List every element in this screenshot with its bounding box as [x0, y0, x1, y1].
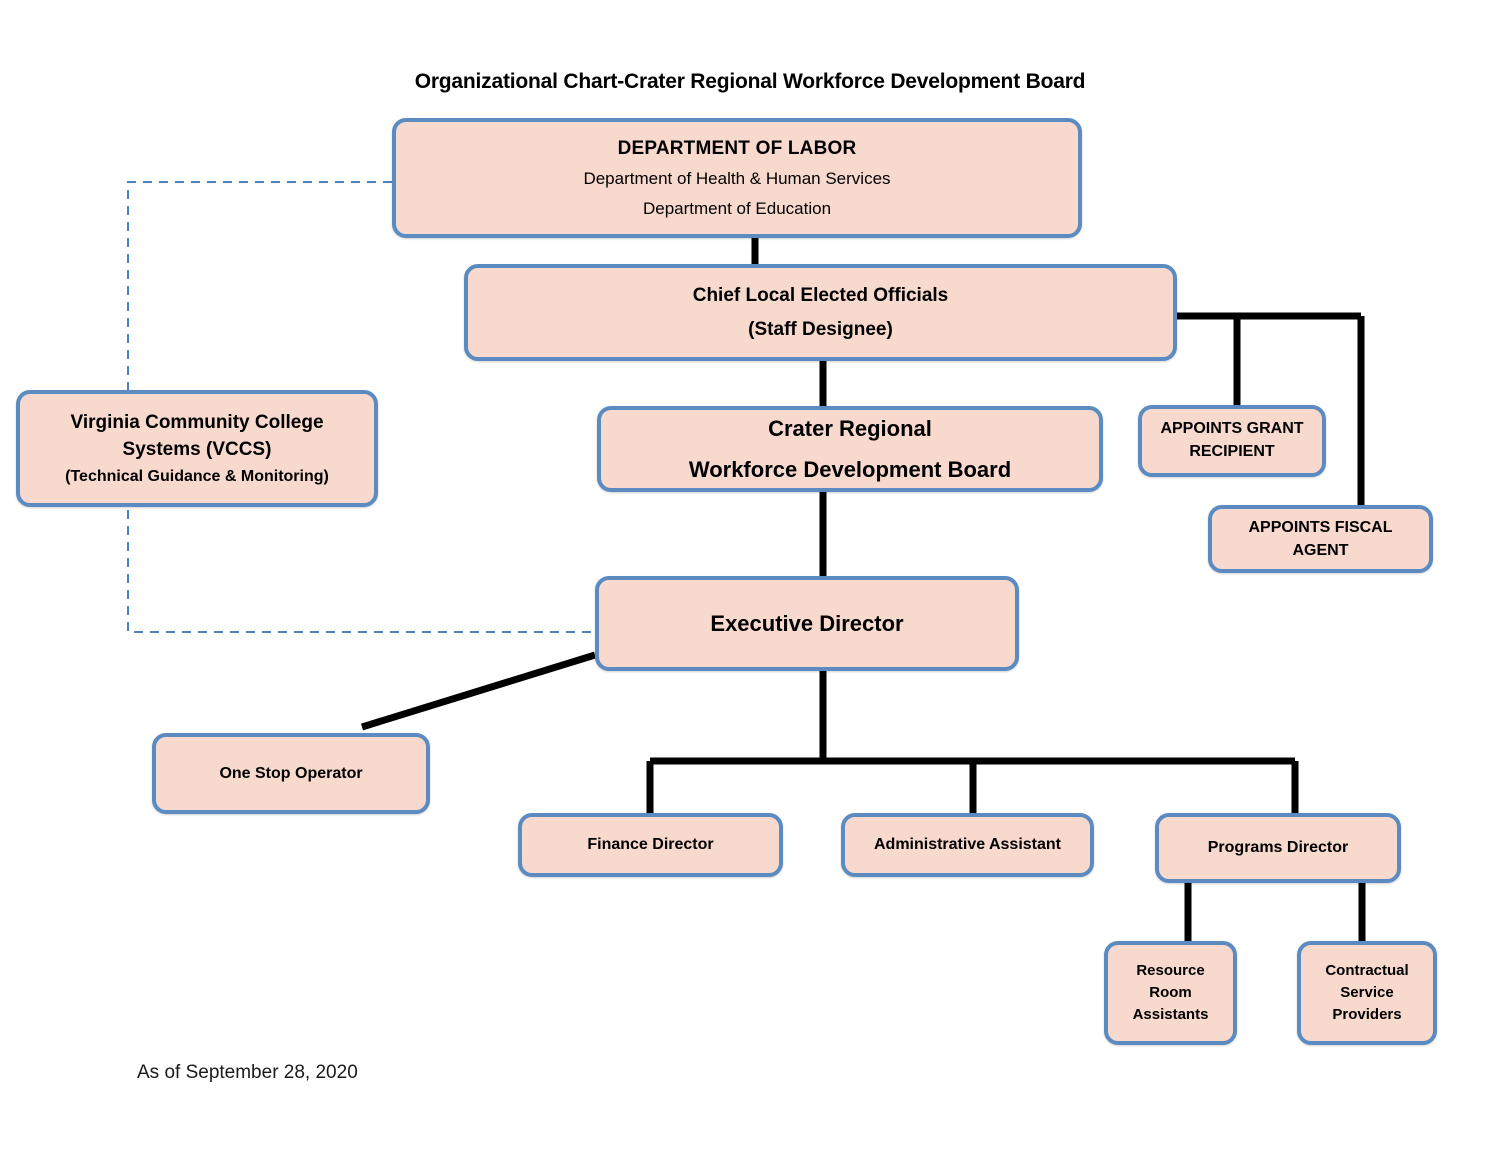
node-programs-director[interactable]: Programs Director: [1155, 813, 1401, 883]
node-contractual-service-providers-line-2: Providers: [1332, 1005, 1402, 1023]
node-contractual-service-providers-line-1: Service: [1340, 984, 1394, 1002]
node-administrative-assistant-line-0: Administrative Assistant: [873, 836, 1061, 854]
as-of-date-label: As of September 28, 2020: [137, 1062, 358, 1083]
node-appoints-grant-recipient[interactable]: APPOINTS GRANT RECIPIENT: [1138, 405, 1326, 477]
node-department-of-labor[interactable]: DEPARTMENT OF LABOR Department of Health…: [392, 118, 1082, 238]
node-appoints-fiscal-agent-line-1: AGENT: [1292, 542, 1349, 559]
node-contractual-service-providers[interactable]: Contractual Service Providers: [1297, 941, 1437, 1045]
node-department-of-labor-line-2: Department of Education: [642, 198, 832, 218]
node-appoints-fiscal-agent-line-0: APPOINTS FISCAL: [1248, 518, 1393, 536]
node-vccs-line-0: Virginia Community College: [70, 412, 324, 434]
node-one-stop-operator[interactable]: One Stop Operator: [152, 733, 430, 814]
node-administrative-assistant[interactable]: Administrative Assistant: [841, 813, 1094, 877]
node-crwdb-line-1: Workforce Development Board: [688, 456, 1012, 482]
node-chief-local-elected-officials-line-0: Chief Local Elected Officials: [692, 285, 949, 307]
node-vccs-line-1: Systems (VCCS): [122, 439, 272, 461]
node-programs-director-line-0: Programs Director: [1207, 839, 1349, 857]
node-resource-room-assistants-line-1: Room: [1149, 984, 1192, 1002]
node-appoints-grant-recipient-line-1: RECIPIENT: [1189, 443, 1275, 460]
node-contractual-service-providers-line-0: Contractual: [1325, 962, 1409, 980]
node-appoints-grant-recipient-line-0: APPOINTS GRANT: [1160, 419, 1304, 437]
page-title: Organizational Chart-Crater Regional Wor…: [414, 70, 1086, 93]
node-resource-room-assistants[interactable]: Resource Room Assistants: [1104, 941, 1237, 1045]
node-resource-room-assistants-line-0: Resource: [1136, 962, 1205, 980]
connector-executive-director-to-one-stop-operator: [360, 651, 597, 731]
node-executive-director-line-0: Executive Director: [710, 610, 904, 636]
node-crwdb-line-0: Crater Regional: [768, 416, 932, 442]
node-resource-room-assistants-line-2: Assistants: [1132, 1005, 1209, 1023]
node-vccs-line-2: (Technical Guidance & Monitoring): [65, 467, 329, 485]
node-department-of-labor-line-0: DEPARTMENT OF LABOR: [617, 138, 857, 160]
node-chief-local-elected-officials[interactable]: Chief Local Elected Officials (Staff Des…: [464, 264, 1177, 361]
node-chief-local-elected-officials-line-1: (Staff Designee): [748, 318, 893, 340]
node-appoints-fiscal-agent[interactable]: APPOINTS FISCAL AGENT: [1208, 505, 1433, 573]
node-crater-regional-workforce-development-board[interactable]: Crater Regional Workforce Development Bo…: [597, 406, 1103, 492]
node-finance-director[interactable]: Finance Director: [518, 813, 783, 877]
node-virginia-community-college-systems[interactable]: Virginia Community College Systems (VCCS…: [16, 390, 378, 507]
node-department-of-labor-line-1: Department of Health & Human Services: [583, 169, 891, 189]
node-one-stop-operator-line-0: One Stop Operator: [219, 764, 363, 782]
node-executive-director[interactable]: Executive Director: [595, 576, 1019, 671]
node-finance-director-line-0: Finance Director: [587, 836, 714, 854]
org-chart-page: Organizational Chart-Crater Regional Wor…: [0, 0, 1500, 1160]
